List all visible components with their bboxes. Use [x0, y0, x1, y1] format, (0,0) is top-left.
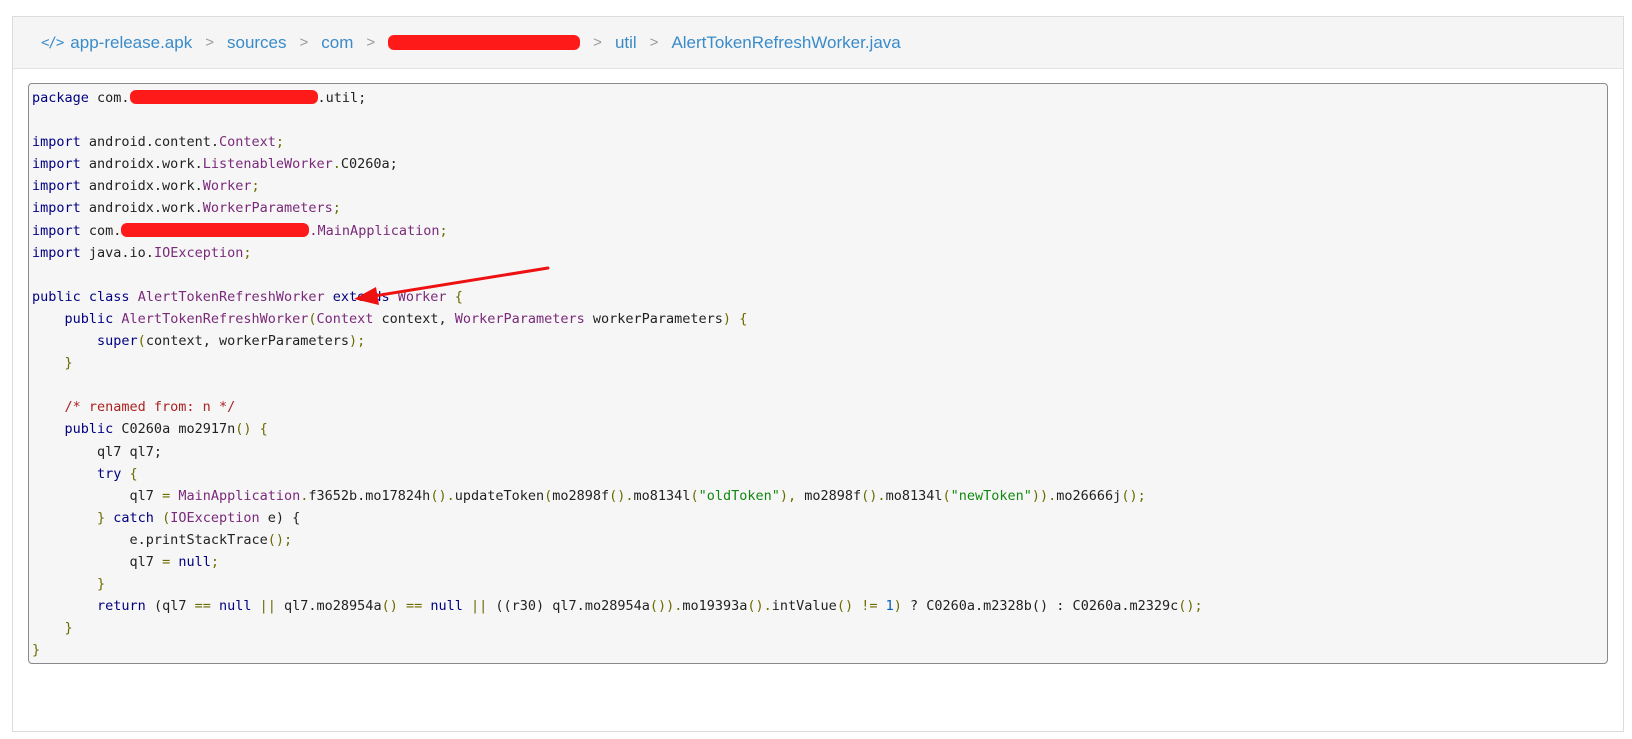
file-viewer-panel: </> app-release.apk > sources > com > > … [12, 16, 1624, 732]
chevron-right-icon: > [366, 34, 376, 51]
source-code: package com. .util; import android.content… [32, 87, 1203, 661]
code-line: } [64, 355, 73, 372]
code-line: } catch (IOException e) { [97, 509, 301, 526]
code-line: import java.io.IOException; [32, 244, 252, 261]
code-line: import com. .MainApplication; [32, 222, 448, 239]
redaction-mark [121, 222, 310, 237]
code-line: } [64, 620, 73, 637]
chevron-right-icon: > [205, 34, 214, 51]
breadcrumb-item-sources[interactable]: sources [227, 33, 287, 53]
redaction-mark [129, 90, 318, 104]
code-line: ql7 ql7; [97, 443, 163, 460]
code-line: public C0260a mo2917n() { [64, 421, 268, 438]
code-line: return (ql7 == null || ql7.mo28954a() ==… [97, 598, 1203, 615]
code-line: import androidx.work.WorkerParameters; [32, 200, 341, 217]
code-line: } [32, 642, 41, 659]
code-line: import android.content.Context; [32, 134, 284, 151]
code-line: public class AlertTokenRefreshWorker ext… [32, 288, 463, 305]
breadcrumb-item-file[interactable]: AlertTokenRefreshWorker.java [671, 33, 900, 53]
code-line: public AlertTokenRefreshWorker(Context c… [64, 310, 748, 327]
chevron-right-icon: > [299, 34, 309, 51]
chevron-right-icon: > [649, 34, 659, 51]
code-line: super(context, workerParameters); [97, 333, 366, 350]
code-line: import androidx.work.ListenableWorker.C0… [32, 156, 398, 173]
chevron-right-icon: > [593, 34, 602, 51]
code-viewer[interactable]: package com. .util; import android.content… [28, 83, 1608, 664]
breadcrumb: </> app-release.apk > sources > com > > … [41, 17, 901, 68]
code-line: import androidx.work.Worker; [32, 178, 260, 195]
code-line: } [97, 576, 106, 593]
code-line: try { [97, 465, 138, 482]
code-line: ql7 = MainApplication.f3652b.mo17824h().… [129, 487, 1146, 504]
breadcrumb-item-com[interactable]: com [321, 33, 353, 53]
code-line: ql7 = null; [129, 553, 219, 570]
redaction-mark [388, 35, 581, 50]
code-line: package com. .util; [32, 90, 367, 106]
breadcrumb-bar: </> app-release.apk > sources > com > > … [13, 17, 1623, 69]
breadcrumb-item-util[interactable]: util [615, 33, 637, 53]
code-icon: </> [41, 34, 64, 51]
breadcrumb-item-apk[interactable]: app-release.apk [70, 33, 192, 53]
code-line: /* renamed from: n */ [64, 399, 236, 416]
code-line: e.printStackTrace(); [129, 531, 293, 548]
